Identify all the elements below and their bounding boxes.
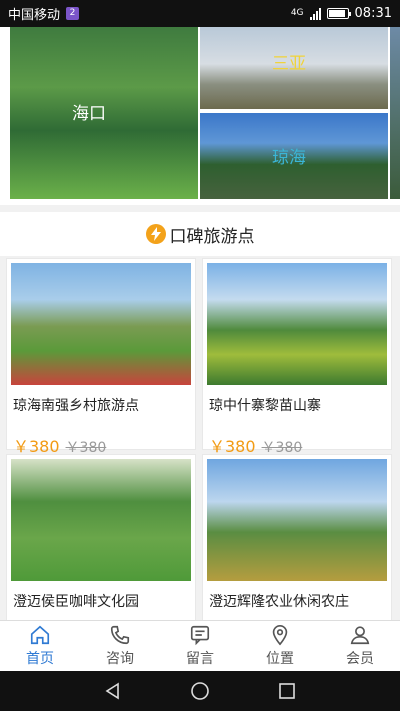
spot-card[interactable]: 澄迈侯臣咖啡文化园	[6, 454, 196, 634]
lightning-icon	[145, 224, 166, 244]
spot-photo	[11, 459, 191, 581]
tab-label: 首页	[26, 651, 54, 667]
spot-name: 澄迈侯臣咖啡文化园	[13, 594, 139, 610]
carrier-group: 中国移动 2	[8, 4, 80, 23]
spots-grid: 琼海南强乡村旅游点 ￥380 ￥380 琼中什寨黎苗山寨 ￥380 ￥380 澄…	[0, 256, 400, 634]
user-icon	[350, 626, 370, 645]
tab-label: 留言	[186, 651, 214, 667]
app-screen: 中国移动 2 4G 08:31 海口 三亚 琼海 口碑旅游点 琼海南强乡村旅游点…	[0, 0, 400, 711]
recents-icon[interactable]	[277, 681, 297, 701]
tab-consult[interactable]: 咨询	[80, 621, 160, 671]
tab-location[interactable]: 位置	[240, 621, 320, 671]
section-title: 口碑旅游点	[169, 226, 255, 247]
spot-prices: ￥380 ￥380	[7, 419, 195, 457]
tab-label: 位置	[266, 651, 294, 667]
signal-icon	[309, 7, 321, 20]
tab-home[interactable]: 首页	[0, 621, 80, 671]
system-nav-bar	[0, 671, 400, 711]
message-icon	[190, 625, 210, 646]
banner-label: 三亚	[272, 54, 306, 74]
spot-card[interactable]: 琼海南强乡村旅游点 ￥380 ￥380	[6, 258, 196, 456]
banner-next-peek[interactable]	[390, 27, 400, 199]
section-header: 口碑旅游点	[0, 212, 400, 256]
status-bar: 中国移动 2 4G 08:31	[0, 0, 400, 27]
spot-card[interactable]: 琼中什寨黎苗山寨 ￥380 ￥380	[202, 258, 392, 456]
spot-card[interactable]: 澄迈辉隆农业休闲农庄	[202, 454, 392, 634]
banner-qionghai[interactable]: 琼海	[200, 113, 388, 199]
banner-label: 海口	[72, 104, 106, 124]
battery-icon	[326, 8, 351, 19]
phone-icon	[110, 625, 130, 645]
banner-haikou[interactable]: 海口	[10, 27, 198, 199]
back-icon[interactable]	[103, 681, 123, 701]
location-icon	[272, 625, 288, 646]
tab-message[interactable]: 留言	[160, 621, 240, 671]
status-right: 4G 08:31	[291, 6, 392, 21]
home-icon	[30, 625, 50, 645]
spot-photo	[11, 263, 191, 385]
spot-photo	[207, 459, 387, 581]
clock: 08:31	[354, 6, 392, 21]
bottom-tab-bar: 首页 咨询 留言 位置 会员	[0, 620, 400, 671]
banner-label: 琼海	[272, 148, 306, 168]
network-type: 4G	[290, 8, 304, 18]
destination-banners: 海口 三亚 琼海	[0, 27, 400, 205]
tab-label: 会员	[346, 651, 374, 667]
sim-badge: 2	[66, 7, 80, 20]
spot-name: 澄迈辉隆农业休闲农庄	[209, 594, 349, 610]
spot-prices: ￥380 ￥380	[203, 419, 391, 457]
spot-name: 琼中什寨黎苗山寨	[209, 398, 321, 414]
spot-photo	[207, 263, 387, 385]
banner-sanya[interactable]: 三亚	[200, 27, 388, 109]
spot-name: 琼海南强乡村旅游点	[13, 398, 139, 414]
tab-member[interactable]: 会员	[320, 621, 400, 671]
home-circle-icon[interactable]	[190, 681, 210, 701]
carrier-name: 中国移动	[8, 8, 61, 23]
tab-label: 咨询	[106, 651, 134, 667]
